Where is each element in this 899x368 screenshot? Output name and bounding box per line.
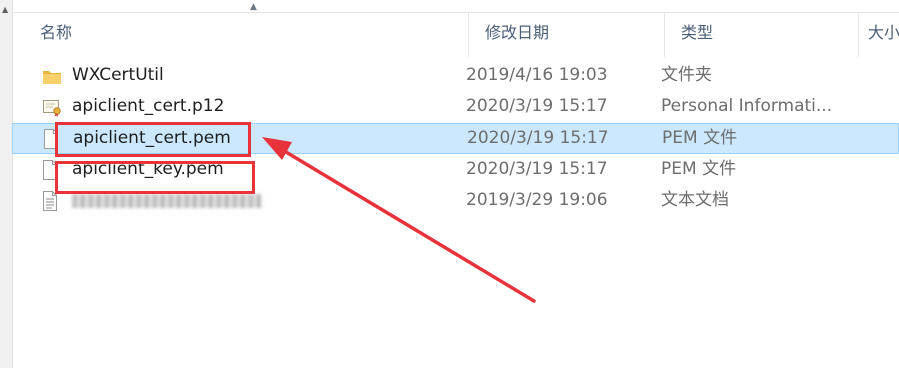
- annotation-arrow-icon: [262, 137, 536, 303]
